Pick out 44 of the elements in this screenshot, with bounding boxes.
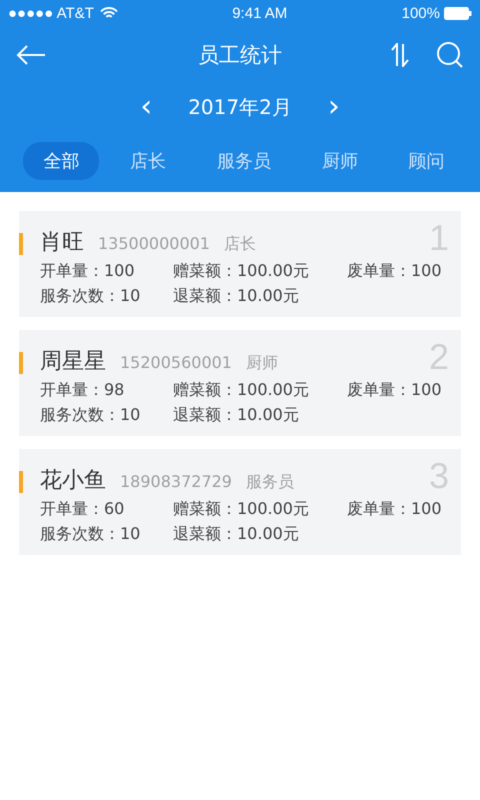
filter-tab[interactable]: 店长 [110,142,186,180]
stat-text: 赠菜额：100.00元 [173,499,310,520]
staff-name: 花小鱼 [40,467,106,495]
stat-text: 开单量：60 [40,499,126,520]
filter-tab[interactable]: 全部 [23,142,100,180]
stat-text: 开单量：100 [40,261,136,282]
phone-number: 13500000001 [98,234,210,253]
staff-name: 周星星 [40,348,106,376]
battery-icon [444,6,472,20]
month-label: 2017年2月 [188,94,292,120]
battery-text: 100% [402,4,440,22]
stat-text: 服务次数：10 [40,286,142,307]
page-title: 员工统计 [198,42,282,69]
staff-role: 服务员 [246,472,294,493]
phone-number: 18908372729 [120,472,232,491]
clock-text: 9:41 AM [232,4,288,22]
stat-text: 赠菜额：100.00元 [173,380,310,401]
back-button[interactable] [16,45,46,65]
stat-text: 服务次数：10 [40,524,142,545]
stat-text: 赠菜额：100.00元 [173,261,310,282]
next-month-button[interactable]: › [324,92,344,122]
wifi-icon [100,6,118,20]
staff-role: 厨师 [246,353,278,374]
stat-text: 废单量：100 [347,499,443,520]
staff-role: 店长 [224,234,256,255]
accent-bar [19,233,23,255]
filter-tab[interactable]: 服务员 [196,142,291,180]
stat-text: 废单量：100 [347,261,443,282]
stat-text: 退菜额：10.00元 [173,405,300,426]
stat-text: 退菜额：10.00元 [173,286,300,307]
staff-name: 肖旺 [40,229,84,257]
accent-bar [19,471,23,493]
phone-number: 15200560001 [120,353,232,372]
filter-tab[interactable]: 顾问 [388,142,465,180]
stat-text: 退菜额：10.00元 [173,524,300,545]
stat-text: 服务次数：10 [40,405,142,426]
stat-text: 开单量：98 [40,380,126,401]
carrier-text: ●●●●● AT&T [8,4,94,22]
previous-month-button[interactable]: ‹ [136,92,156,122]
accent-bar [19,352,23,374]
filter-tab[interactable]: 厨师 [302,142,378,180]
stat-text: 废单量：100 [347,380,443,401]
search-button[interactable] [436,41,464,69]
sort-button[interactable] [390,43,410,67]
